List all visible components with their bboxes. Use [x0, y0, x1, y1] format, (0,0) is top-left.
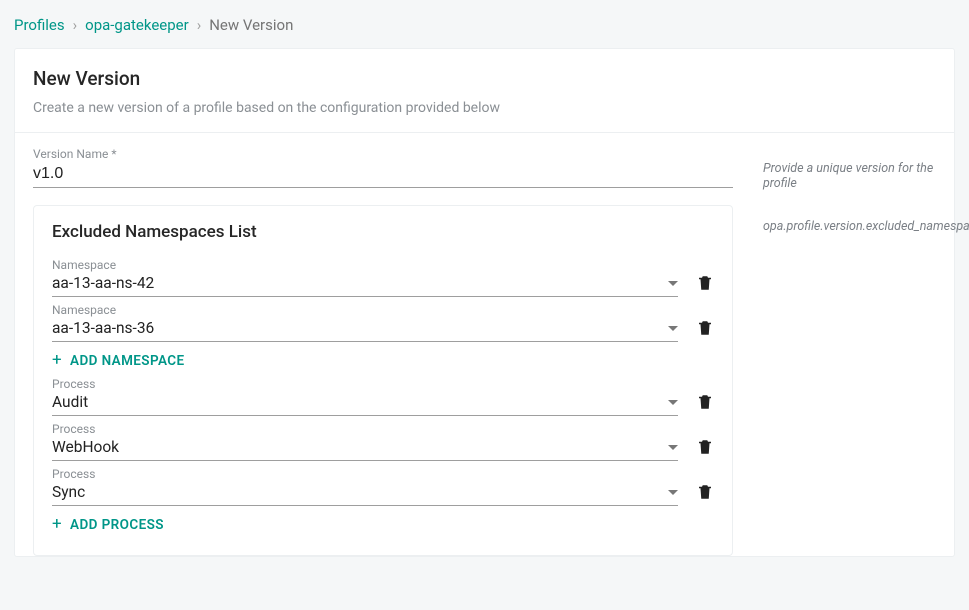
new-version-card: New Version Create a new version of a pr… — [14, 48, 955, 557]
trash-icon — [696, 437, 714, 457]
add-process-label: ADD PROCESS — [70, 517, 164, 533]
trash-icon — [696, 273, 714, 293]
namespace-select[interactable]: aa-13-aa-ns-42 — [52, 272, 678, 297]
trash-icon — [696, 482, 714, 502]
breadcrumb-profiles-link[interactable]: Profiles — [14, 16, 65, 34]
excluded-namespaces-panel: Excluded Namespaces List Namespace aa-13… — [33, 205, 733, 556]
process-select[interactable]: Sync — [52, 481, 678, 506]
breadcrumb-sep: › — [73, 16, 78, 34]
chevron-down-icon — [668, 400, 678, 405]
trash-icon — [696, 318, 714, 338]
process-row: Process Audit — [52, 377, 714, 416]
breadcrumb-current: New Version — [209, 16, 293, 34]
delete-namespace-button[interactable] — [696, 318, 714, 342]
add-namespace-button[interactable]: + ADD NAMESPACE — [52, 352, 714, 369]
breadcrumb-profile-link[interactable]: opa-gatekeeper — [85, 16, 189, 34]
chevron-down-icon — [668, 326, 678, 331]
excluded-namespaces-title: Excluded Namespaces List — [52, 222, 714, 242]
add-namespace-label: ADD NAMESPACE — [70, 353, 184, 369]
delete-process-button[interactable] — [696, 392, 714, 416]
card-header: New Version Create a new version of a pr… — [15, 49, 954, 132]
version-name-hint: Provide a unique version for the profile — [763, 147, 936, 191]
process-label: Process — [52, 377, 678, 391]
plus-icon: + — [52, 516, 62, 533]
version-name-label: Version Name * — [33, 147, 733, 161]
delete-process-button[interactable] — [696, 482, 714, 506]
process-value: Sync — [52, 483, 85, 501]
namespace-row: Namespace aa-13-aa-ns-36 — [52, 303, 714, 342]
version-name-input[interactable] — [33, 163, 733, 188]
excluded-namespaces-hint: opa.profile.version.excluded_namespaces — [763, 205, 969, 234]
delete-namespace-button[interactable] — [696, 273, 714, 297]
excluded-namespaces-row: Excluded Namespaces List Namespace aa-13… — [15, 191, 954, 556]
process-row: Process Sync — [52, 467, 714, 506]
process-value: WebHook — [52, 438, 119, 456]
namespace-value: aa-13-aa-ns-36 — [52, 319, 154, 337]
page-subtitle: Create a new version of a profile based … — [33, 100, 936, 116]
process-select[interactable]: Audit — [52, 391, 678, 416]
process-value: Audit — [52, 393, 88, 411]
trash-icon — [696, 392, 714, 412]
chevron-down-icon — [668, 445, 678, 450]
namespace-value: aa-13-aa-ns-42 — [52, 274, 154, 292]
breadcrumb: Profiles › opa-gatekeeper › New Version — [0, 0, 969, 48]
process-label: Process — [52, 467, 678, 481]
chevron-down-icon — [668, 490, 678, 495]
namespace-label: Namespace — [52, 258, 678, 272]
breadcrumb-sep: › — [197, 16, 202, 34]
chevron-down-icon — [668, 281, 678, 286]
namespace-row: Namespace aa-13-aa-ns-42 — [52, 258, 714, 297]
version-name-row: Version Name * Provide a unique version … — [15, 133, 954, 191]
process-label: Process — [52, 422, 678, 436]
process-select[interactable]: WebHook — [52, 436, 678, 461]
page-title: New Version — [33, 67, 936, 90]
plus-icon: + — [52, 352, 62, 369]
delete-process-button[interactable] — [696, 437, 714, 461]
namespace-select[interactable]: aa-13-aa-ns-36 — [52, 317, 678, 342]
process-row: Process WebHook — [52, 422, 714, 461]
add-process-button[interactable]: + ADD PROCESS — [52, 516, 714, 533]
namespace-label: Namespace — [52, 303, 678, 317]
